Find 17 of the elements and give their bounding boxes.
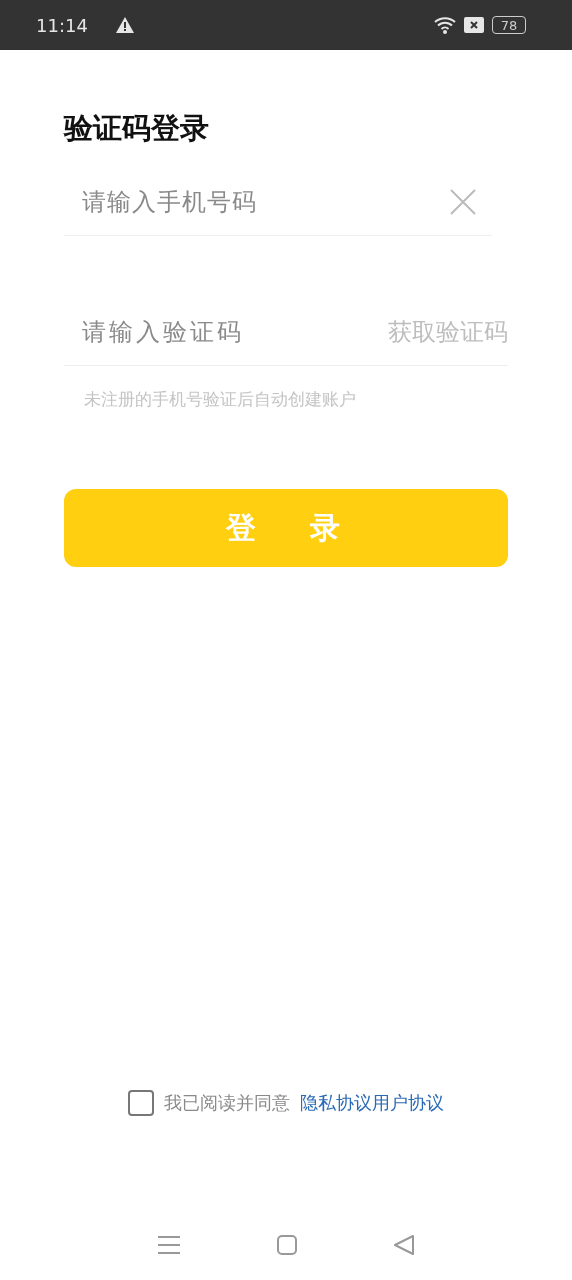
home-icon[interactable] <box>277 1235 297 1255</box>
menu-icon[interactable] <box>158 1235 181 1255</box>
page-title: 验证码登录 <box>64 110 210 147</box>
sim-icon <box>464 17 484 33</box>
agreement-text: 我已阅读并同意 <box>164 1091 290 1115</box>
clock: 11:14 <box>36 14 88 36</box>
code-field[interactable]: 请输入验证码 <box>64 311 388 352</box>
phone-field[interactable]: 请输入手机号码 <box>64 181 450 222</box>
hint-text: 未注册的手机号验证后自动创建账户 <box>84 388 357 411</box>
wifi-icon <box>434 16 458 34</box>
clear-icon[interactable] <box>450 188 476 215</box>
battery-icon: 78 <box>492 16 526 34</box>
agreement-link[interactable]: 用户协议 <box>372 1091 444 1115</box>
agreement-link[interactable]: 隐私协议 <box>300 1091 372 1115</box>
back-icon[interactable] <box>393 1235 414 1255</box>
agree-checkbox[interactable] <box>128 1090 154 1116</box>
warning-icon <box>115 17 134 33</box>
